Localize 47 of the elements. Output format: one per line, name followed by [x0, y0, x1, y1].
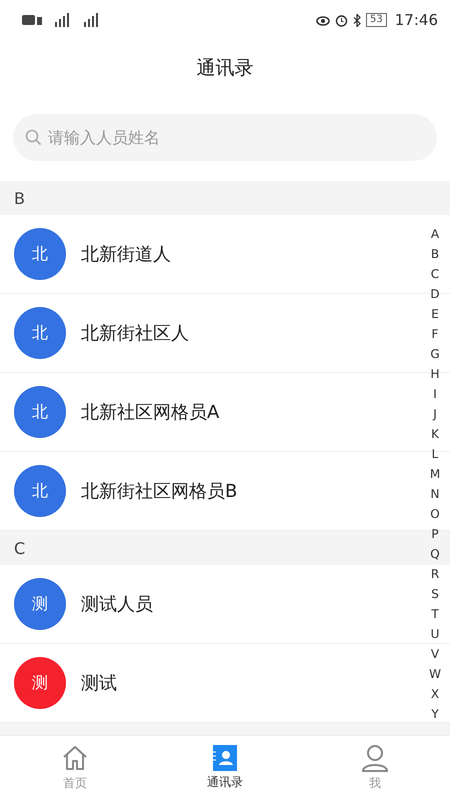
index-letter[interactable]: U: [430, 624, 440, 644]
index-letter[interactable]: K: [431, 424, 439, 444]
contact-name: 北新街道人: [81, 243, 171, 266]
index-letter[interactable]: N: [430, 484, 440, 504]
index-letter[interactable]: E: [431, 304, 439, 324]
page-title: 通讯录: [196, 56, 254, 81]
section-letter: B: [14, 188, 25, 208]
index-letter[interactable]: S: [431, 584, 439, 604]
contact-avatar: 北: [14, 228, 66, 280]
bluetooth-icon: [353, 14, 362, 26]
clock-text: 17:46: [394, 11, 438, 29]
contact-avatar: 测: [14, 578, 66, 630]
contact-name: 测试: [81, 672, 117, 695]
index-letter[interactable]: Y: [431, 704, 439, 724]
index-letter[interactable]: I: [433, 384, 437, 404]
nav-tab[interactable]: 通讯录: [150, 736, 300, 800]
contact-name: 测试人员: [81, 593, 153, 616]
alarm-icon: [335, 14, 348, 26]
contact-card-icon: [213, 745, 237, 771]
eye-icon: [316, 14, 330, 26]
contact-avatar: 测: [14, 657, 66, 709]
index-letter[interactable]: Q: [430, 544, 440, 564]
contact-name: 北新街社区人: [81, 322, 189, 345]
contact-avatar: 北: [14, 307, 66, 359]
contact-name: 北新街社区网格员B: [81, 480, 238, 503]
index-letter[interactable]: V: [430, 644, 440, 664]
home-icon: [61, 744, 89, 772]
section-letter: C: [14, 538, 26, 558]
index-letter[interactable]: W: [429, 664, 441, 684]
index-letter[interactable]: C: [430, 264, 440, 284]
search-field[interactable]: 请输入人员姓名: [13, 114, 437, 161]
index-letter[interactable]: F: [432, 324, 438, 344]
battery-indicator: 53: [366, 13, 387, 27]
search-icon: [25, 129, 42, 146]
contact-avatar: 北: [14, 386, 66, 438]
index-letter[interactable]: M: [430, 464, 440, 484]
index-letter[interactable]: X: [430, 684, 440, 704]
contact-avatar: 北: [14, 465, 66, 517]
index-letter[interactable]: O: [430, 504, 440, 524]
index-letter[interactable]: T: [431, 604, 439, 624]
index-letter[interactable]: B: [430, 244, 440, 264]
person-icon: [361, 744, 389, 772]
index-letter[interactable]: J: [433, 404, 437, 424]
index-letter[interactable]: R: [430, 564, 440, 584]
index-letter[interactable]: G: [430, 344, 440, 364]
index-letter[interactable]: A: [430, 224, 440, 244]
contact-name: 北新社区网格员A: [81, 401, 220, 424]
